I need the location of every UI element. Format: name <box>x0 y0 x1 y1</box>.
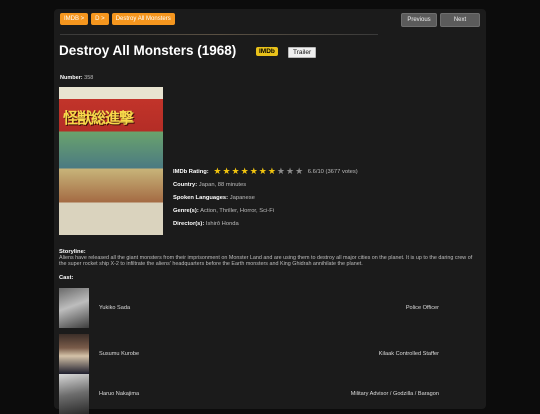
country-label: Country: <box>173 182 198 188</box>
actor-name[interactable]: Haruo Nakajima <box>99 391 139 397</box>
star-icon[interactable]: ★ <box>232 167 240 176</box>
divider <box>60 34 378 35</box>
languages-label: Spoken Languages: <box>173 195 229 201</box>
country-row: Country: Japan, 88 minutes <box>173 182 246 188</box>
star-icon[interactable]: ★ <box>250 167 258 176</box>
breadcrumb: IMDB > D > Destroy All Monsters <box>60 13 175 25</box>
page-title: Destroy All Monsters (1968) <box>59 43 237 58</box>
trailer-button[interactable]: Trailer <box>288 47 317 58</box>
character-name: Kilaak Controlled Staffer <box>378 351 439 357</box>
cast-item[interactable]: Haruo Nakajima Military Advisor / Godzil… <box>59 374 439 414</box>
star-icon[interactable]: ★ <box>222 167 230 176</box>
rating-stars[interactable]: ★ ★ ★ ★ ★ ★ ★ ★ ★ ★ <box>213 167 303 176</box>
character-name: Military Advisor / Godzilla / Baragon <box>350 391 439 397</box>
star-icon[interactable]: ★ <box>277 167 285 176</box>
rating-row: IMDb Rating: ★ ★ ★ ★ ★ ★ ★ ★ ★ ★ 6.6/10 (3677 vot… <box>173 167 358 176</box>
directors-row: Director(s): Ishirô Honda <box>173 221 239 227</box>
genres-label: Genre(s): <box>173 208 199 214</box>
next-button[interactable]: Next <box>440 13 480 27</box>
cast-item[interactable]: Yukiko Sada Police Officer <box>59 288 439 328</box>
character-name: Police Officer <box>405 305 439 311</box>
pager: Previous Next <box>401 13 480 27</box>
cast-item[interactable]: Susumu Kurobe Kilaak Controlled Staffer <box>59 334 439 374</box>
star-icon[interactable]: ★ <box>286 167 294 176</box>
poster-title: 怪獣総進撃 <box>63 110 134 127</box>
languages-row: Spoken Languages: Japanese <box>173 195 255 201</box>
breadcrumb-current[interactable]: Destroy All Monsters <box>111 13 175 25</box>
rating-text: 6.6/10 (3677 votes) <box>307 169 358 176</box>
cast-label: Cast: <box>59 275 74 281</box>
star-icon[interactable]: ★ <box>268 167 276 176</box>
genres-row: Genre(s): Action, Thriller, Horror, Sci-… <box>173 208 274 214</box>
breadcrumb-letter-d[interactable]: D > <box>91 13 109 25</box>
genres-value: Action, Thriller, Horror, Sci-Fi <box>200 208 275 214</box>
star-icon[interactable]: ★ <box>213 167 221 176</box>
number-label: Number: <box>60 75 83 81</box>
country-value: Japan, 88 minutes <box>198 182 247 188</box>
storyline: Storyline: Aliens have released all the … <box>59 249 481 268</box>
imdb-link[interactable]: IMDb <box>256 47 278 56</box>
directors-value: Ishirô Honda <box>205 221 239 227</box>
star-icon[interactable]: ★ <box>259 167 267 176</box>
directors-label: Director(s): <box>173 221 205 227</box>
languages-value: Japanese <box>229 195 255 201</box>
actor-photo <box>59 374 89 414</box>
actor-photo <box>59 288 89 328</box>
star-icon[interactable]: ★ <box>295 167 303 176</box>
storyline-text: Aliens have released all the giant monst… <box>59 255 473 268</box>
actor-photo <box>59 334 89 374</box>
actor-name[interactable]: Yukiko Sada <box>99 305 130 311</box>
movie-number: Number: 358 <box>60 75 93 81</box>
number-value: 358 <box>84 75 94 81</box>
rating-label: IMDb Rating: <box>173 169 209 176</box>
main-panel: IMDB > D > Destroy All Monsters Previous… <box>54 9 486 414</box>
star-icon[interactable]: ★ <box>241 167 249 176</box>
actor-name[interactable]: Susumu Kurobe <box>99 351 139 357</box>
movie-poster: 怪獣総進撃 <box>59 87 163 235</box>
previous-button[interactable]: Previous <box>401 13 437 27</box>
breadcrumb-imdb[interactable]: IMDB > <box>60 13 89 25</box>
